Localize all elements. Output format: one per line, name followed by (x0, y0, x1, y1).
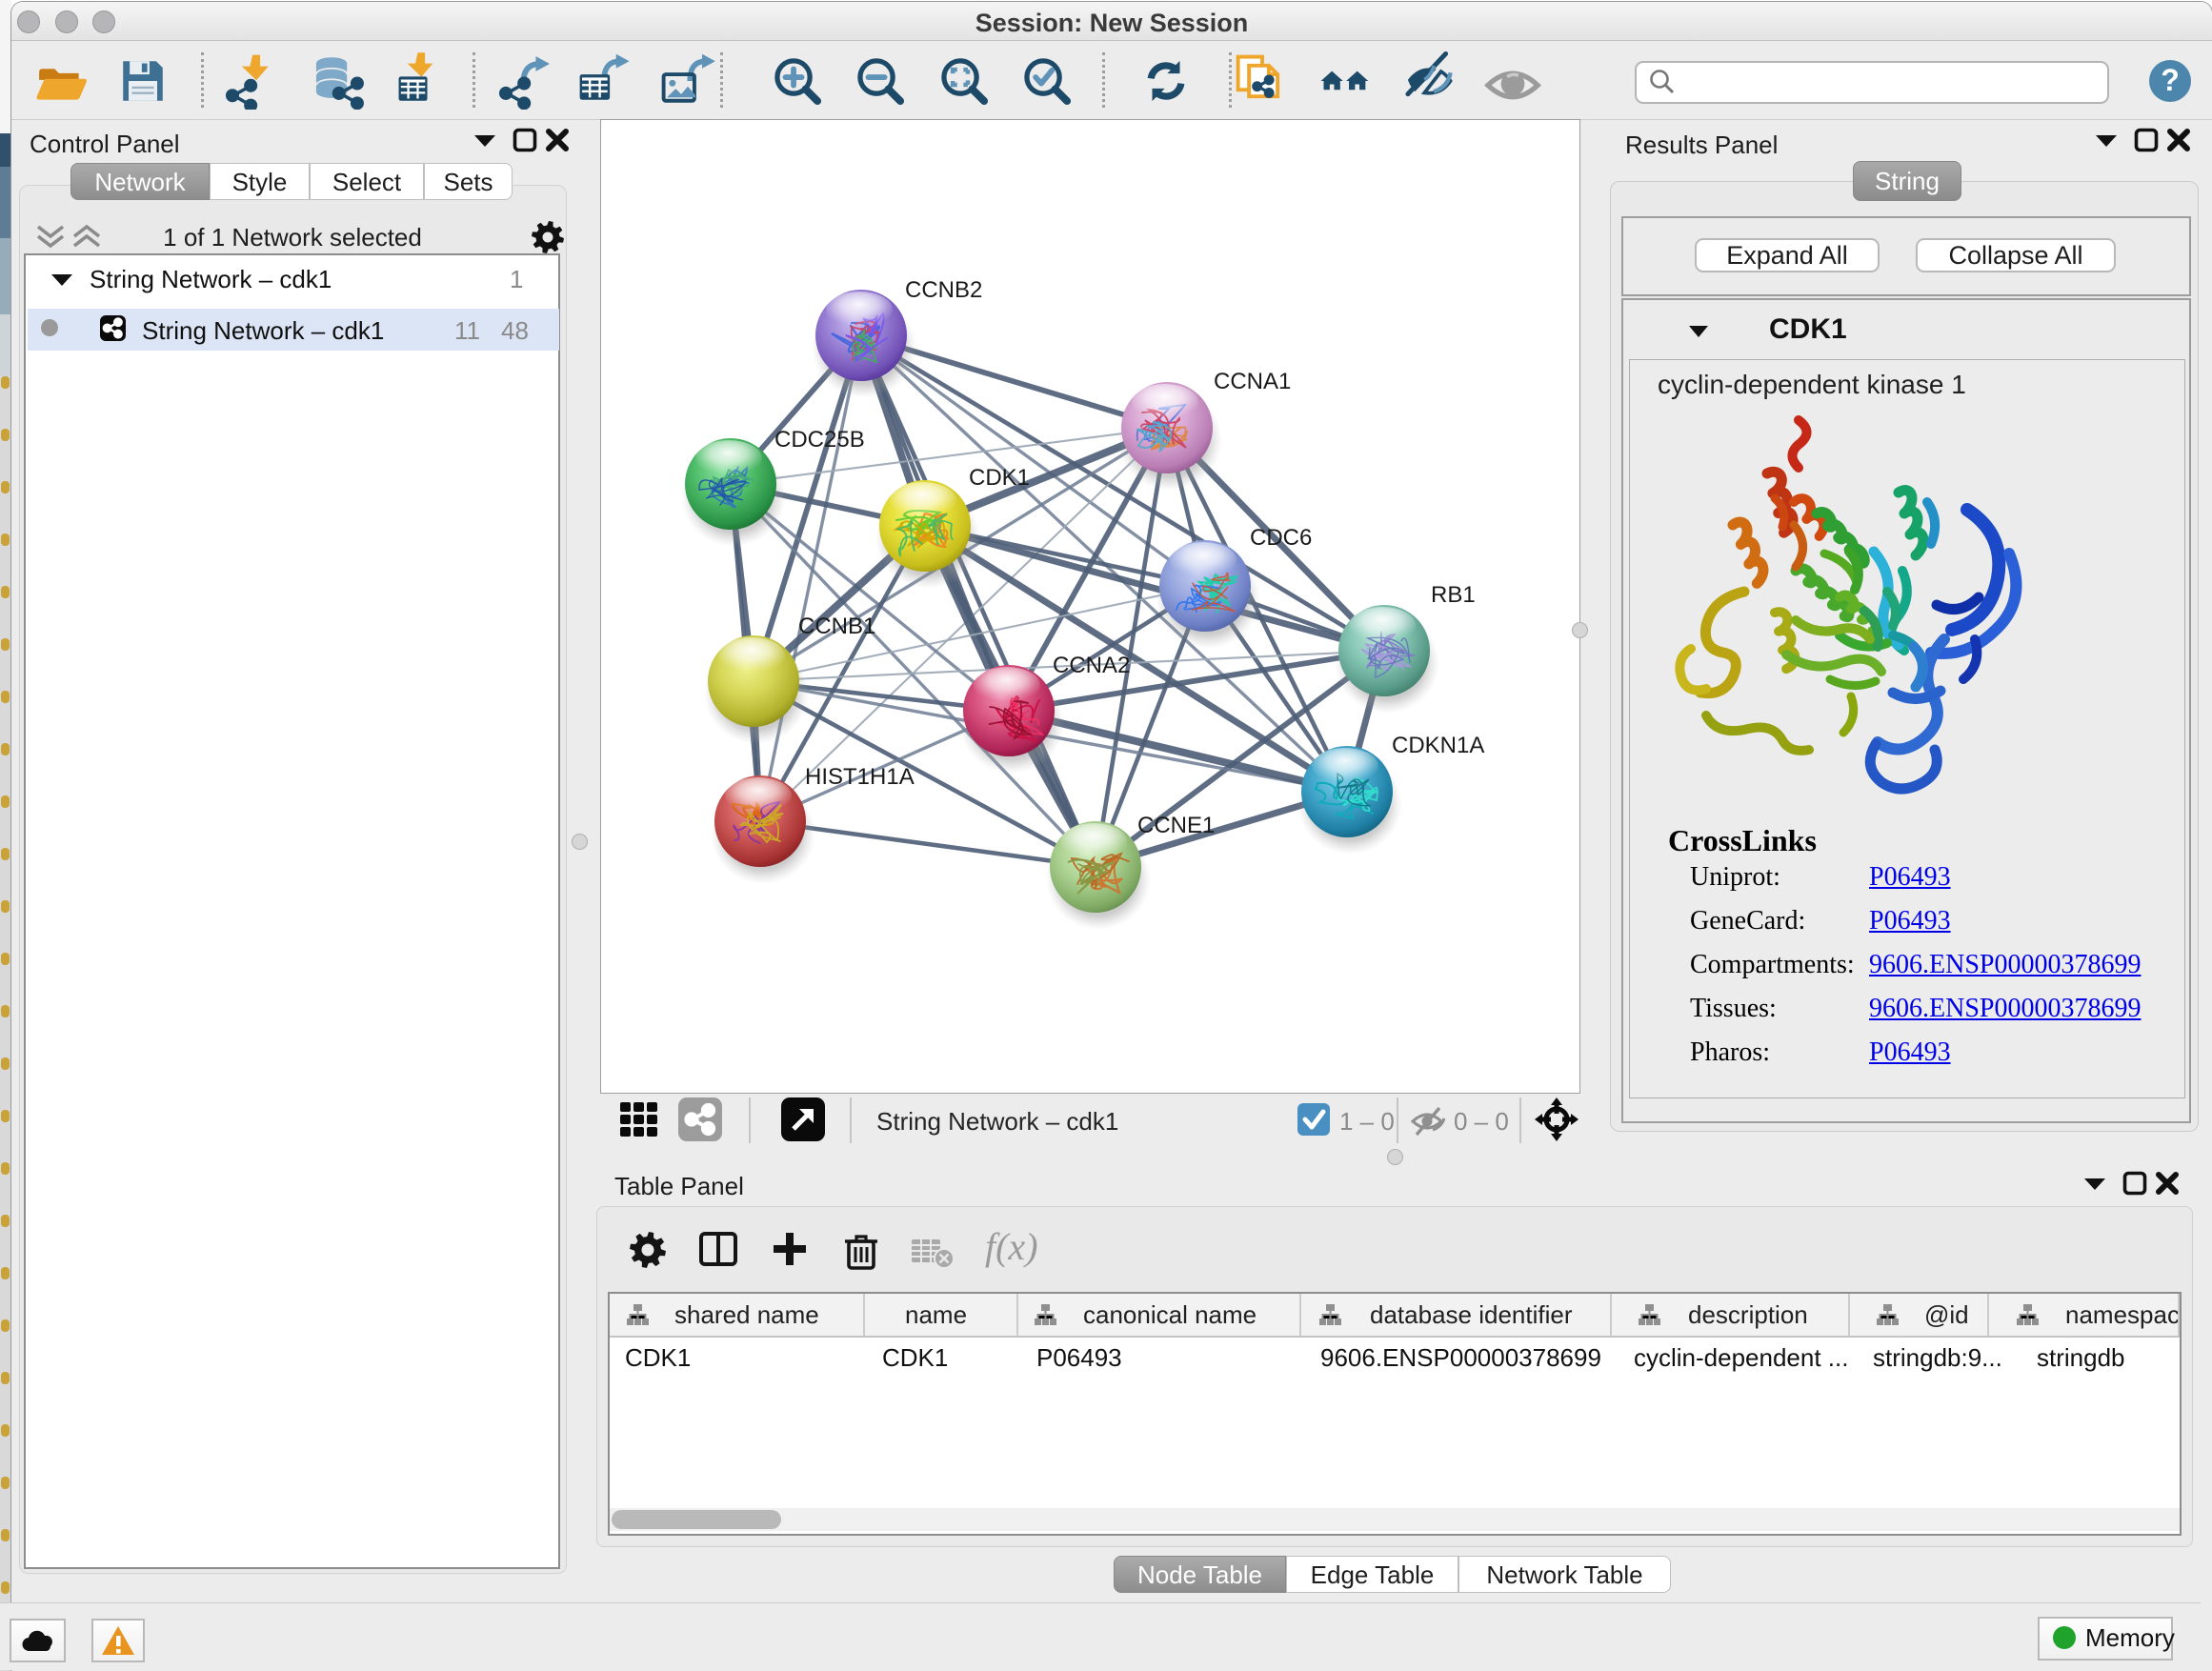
svg-text:HIST1H1A: HIST1H1A (805, 764, 915, 790)
svg-text:CDK1: CDK1 (969, 465, 1030, 491)
svg-text:?: ? (2161, 63, 2180, 97)
svg-text:CDC6: CDC6 (1250, 525, 1312, 551)
svg-text:CDKN1A: CDKN1A (1392, 733, 1484, 758)
svg-text:CDC25B: CDC25B (774, 427, 865, 453)
svg-text:CCNB1: CCNB1 (798, 614, 875, 639)
svg-text:CCNB2: CCNB2 (905, 277, 982, 303)
svg-text:CCNA1: CCNA1 (1214, 369, 1291, 394)
svg-text:RB1: RB1 (1431, 582, 1476, 608)
svg-text:CCNE1: CCNE1 (1137, 813, 1215, 838)
svg-text:CCNA2: CCNA2 (1053, 653, 1130, 678)
